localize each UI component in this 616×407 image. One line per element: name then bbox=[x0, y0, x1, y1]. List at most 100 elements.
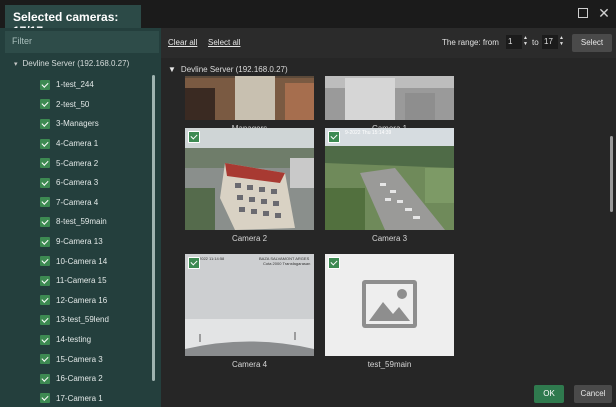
camera-list-label: 14-testing bbox=[56, 335, 92, 345]
camera-list-item[interactable]: 2-test_50 bbox=[40, 95, 150, 115]
select-button[interactable]: Select bbox=[572, 34, 612, 52]
tree-server-node[interactable]: ▾ Devline Server (192.168.0.27) bbox=[14, 59, 129, 68]
camera-thumbnail[interactable] bbox=[185, 128, 314, 230]
filter-input[interactable]: Filter bbox=[5, 31, 159, 53]
camera-list-label: 13-test_59lend bbox=[56, 315, 109, 325]
camera-list-item[interactable]: 17-Camera 1 bbox=[40, 389, 150, 407]
camera-tile-label: Camera 4 bbox=[231, 360, 268, 369]
camera-list-item[interactable]: 14-testing bbox=[40, 330, 150, 350]
camera-tile-label: test_59main bbox=[367, 360, 412, 369]
camera-list-item[interactable]: 3-Managers bbox=[40, 114, 150, 134]
camera-list-label: 12-Camera 16 bbox=[56, 295, 108, 305]
checkbox-checked-icon[interactable] bbox=[40, 177, 50, 188]
checkbox-checked-icon[interactable] bbox=[40, 158, 50, 169]
range-from-spinbox[interactable]: 1 ▲ ▼ bbox=[506, 35, 528, 49]
checkbox-checked-icon[interactable] bbox=[40, 393, 50, 404]
camera-list-item[interactable]: 5-Camera 2 bbox=[40, 153, 150, 173]
camera-list-item[interactable]: 1-test_244 bbox=[40, 75, 150, 95]
camera-list-item[interactable]: 8-test_59main bbox=[40, 212, 150, 232]
range-from-value: 1 bbox=[508, 37, 513, 46]
camera-list-label: 2-test_50 bbox=[56, 99, 90, 109]
dialog-footer: OK Cancel bbox=[161, 380, 616, 407]
checkbox-checked-icon[interactable] bbox=[40, 197, 50, 208]
camera-list-item[interactable]: 4-Camera 1 bbox=[40, 134, 150, 154]
checkbox-checked-icon[interactable] bbox=[40, 354, 50, 365]
ok-button[interactable]: OK bbox=[534, 385, 564, 403]
camera-list-label: 15-Camera 3 bbox=[56, 354, 103, 364]
camera-list-item[interactable]: 16-Camera 2 bbox=[40, 369, 150, 389]
tree-scrollbar[interactable] bbox=[152, 75, 155, 381]
cancel-button[interactable]: Cancel bbox=[574, 385, 612, 403]
checkbox-checked-icon[interactable] bbox=[40, 373, 50, 384]
camera-grid: Managers Camera 1 bbox=[161, 76, 616, 380]
spin-arrows-icon[interactable]: ▲ ▼ bbox=[523, 35, 528, 47]
checkbox-checked-icon[interactable] bbox=[40, 334, 50, 345]
camera-list-label: 6-Camera 3 bbox=[56, 178, 99, 188]
camera-list-item[interactable]: 13-test_59lend bbox=[40, 310, 150, 330]
select-all-link[interactable]: Select all bbox=[208, 38, 240, 47]
camera-list-label: 11-Camera 15 bbox=[56, 276, 107, 286]
camera-thumbnail[interactable]: 2022 11:14:58 BAZA SALVAMONT ARGES Cota … bbox=[185, 254, 314, 356]
tile-checkbox[interactable] bbox=[328, 257, 340, 269]
window-title: Selected cameras: 17/17 bbox=[5, 5, 141, 38]
clear-all-link[interactable]: Clear all bbox=[168, 38, 197, 47]
range-to-label: to bbox=[532, 38, 539, 47]
camera-list-label: 1-test_244 bbox=[56, 80, 94, 90]
camera-list-label: 7-Camera 4 bbox=[56, 197, 99, 207]
spin-arrows-icon[interactable]: ▲ ▼ bbox=[559, 35, 564, 47]
camera-timestamp: 2022 11:14:58 bbox=[199, 256, 225, 261]
grid-server-header[interactable]: ▼ Devline Server (192.168.0.27) bbox=[168, 65, 288, 74]
camera-thumbnail[interactable]: 9-2022 Thu 15:14:39 bbox=[325, 128, 454, 230]
camera-list-item[interactable]: 9-Camera 13 bbox=[40, 232, 150, 252]
camera-list-item[interactable]: 12-Camera 16 bbox=[40, 291, 150, 311]
tile-checkbox[interactable] bbox=[188, 131, 200, 143]
checkbox-checked-icon[interactable] bbox=[40, 295, 50, 306]
camera-list-label: 10-Camera 14 bbox=[56, 256, 108, 266]
camera-list: 1-test_244 2-test_50 3-Managers 4-Camera 1 5… bbox=[40, 75, 150, 407]
camera-timestamp: 9-2022 Thu 15:14:39 bbox=[345, 130, 392, 136]
checkbox-checked-icon[interactable] bbox=[40, 236, 50, 247]
checkbox-checked-icon[interactable] bbox=[40, 314, 50, 325]
camera-list-label: 16-Camera 2 bbox=[56, 374, 103, 384]
camera-thumbnail[interactable] bbox=[185, 76, 314, 120]
preview-panel: Clear all Select all The range: from 1 ▲… bbox=[161, 28, 616, 407]
checkbox-checked-icon[interactable] bbox=[40, 216, 50, 227]
tile-checkbox[interactable] bbox=[188, 257, 200, 269]
checkbox-checked-icon[interactable] bbox=[40, 256, 50, 267]
checkbox-checked-icon[interactable] bbox=[40, 99, 50, 110]
camera-list-item[interactable]: 15-Camera 3 bbox=[40, 349, 150, 369]
camera-list-item[interactable]: 6-Camera 3 bbox=[40, 173, 150, 193]
camera-overlay-text: Cota 2000 Transfagarasan bbox=[263, 261, 311, 266]
camera-thumbnail[interactable] bbox=[325, 254, 454, 356]
image-placeholder-icon bbox=[362, 280, 417, 328]
camera-list-label: 9-Camera 13 bbox=[56, 237, 103, 247]
checkbox-checked-icon[interactable] bbox=[40, 118, 50, 129]
range-to-value: 17 bbox=[544, 37, 553, 46]
checkbox-checked-icon[interactable] bbox=[40, 138, 50, 149]
range-label: The range: from bbox=[442, 38, 499, 47]
camera-list-label: 4-Camera 1 bbox=[56, 139, 99, 149]
camera-tile-label: Camera 3 bbox=[371, 234, 408, 243]
triangle-down-icon[interactable]: ▼ bbox=[168, 65, 176, 74]
tree-server-label: Devline Server (192.168.0.27) bbox=[22, 59, 130, 68]
camera-list-label: 3-Managers bbox=[56, 119, 99, 129]
range-to-spinbox[interactable]: 17 ▲ ▼ bbox=[542, 35, 564, 49]
checkbox-checked-icon[interactable] bbox=[40, 79, 50, 90]
checkbox-checked-icon[interactable] bbox=[40, 275, 50, 286]
grid-scrollbar[interactable] bbox=[610, 136, 613, 212]
close-icon[interactable]: ✕ bbox=[597, 6, 611, 20]
grid-server-label: Devline Server (192.168.0.27) bbox=[180, 65, 288, 74]
camera-list-item[interactable]: 7-Camera 4 bbox=[40, 193, 150, 213]
camera-tile-label: Camera 2 bbox=[231, 234, 268, 243]
maximize-icon[interactable] bbox=[576, 6, 590, 20]
camera-list-label: 5-Camera 2 bbox=[56, 158, 99, 168]
camera-list-label: 17-Camera 1 bbox=[56, 393, 103, 403]
camera-list-label: 8-test_59main bbox=[56, 217, 107, 227]
tile-checkbox[interactable] bbox=[328, 131, 340, 143]
toolbar: Clear all Select all The range: from 1 ▲… bbox=[161, 28, 616, 58]
camera-list-item[interactable]: 10-Camera 14 bbox=[40, 251, 150, 271]
chevron-down-icon[interactable]: ▾ bbox=[14, 61, 18, 68]
camera-list-item[interactable]: 11-Camera 15 bbox=[40, 271, 150, 291]
camera-tree-panel: Filter ▾ Devline Server (192.168.0.27) 1-… bbox=[0, 28, 161, 407]
camera-thumbnail[interactable] bbox=[325, 76, 454, 120]
